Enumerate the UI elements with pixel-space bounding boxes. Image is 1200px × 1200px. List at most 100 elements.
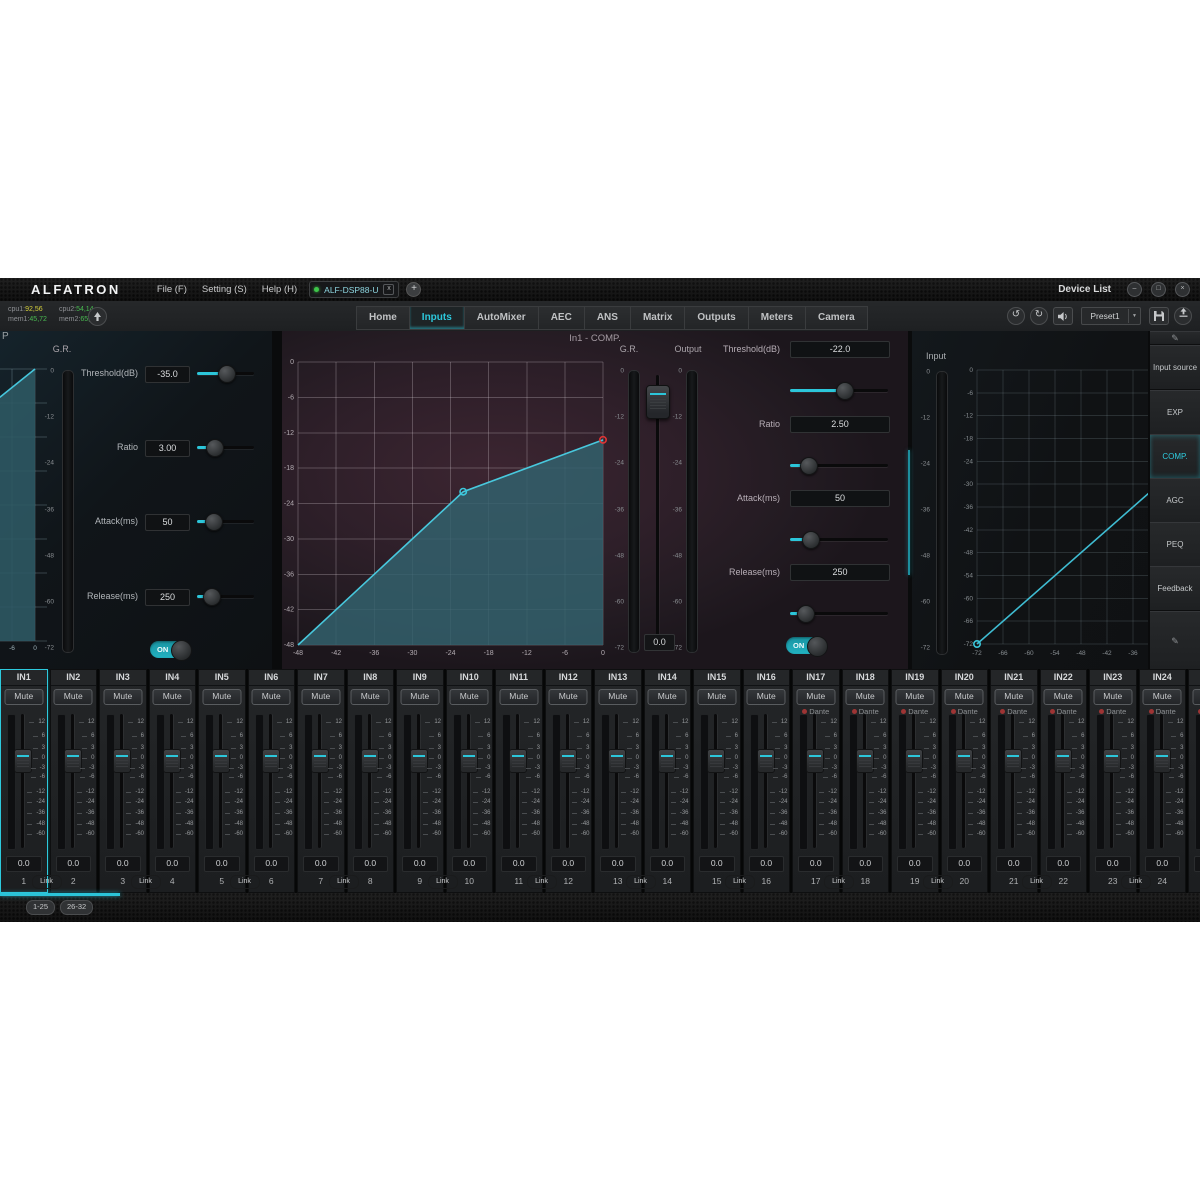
nav-tab-aec[interactable]: AEC [538,306,585,330]
channel-fader-track[interactable] [1011,714,1014,848]
channel-strip-in16[interactable]: IN16 Mute 12 6 3 0 -3 -6 -12 -24 -36 -48 -60 0.0 16 [742,669,790,893]
channel-page-tab-26-32[interactable]: 26-32 [60,900,94,915]
upload-to-device-button[interactable] [1174,307,1192,325]
mute-all-button[interactable] [1053,307,1073,325]
exp-param-value-box[interactable]: -35.0 [145,366,190,383]
mute-button[interactable]: Mute [944,689,984,705]
channel-strip-in22[interactable]: IN22 Mute Dante 12 6 3 0 -3 -6 -12 -24 -36 -48 -60 0.0… [1039,669,1087,893]
link-button[interactable]: Link [427,875,458,889]
channel-gain-value[interactable]: 0.0 [847,856,883,872]
comp-param-slider[interactable] [790,457,888,475]
nav-tab-inputs[interactable]: Inputs [409,306,465,330]
mute-button[interactable]: Mute [895,689,935,705]
channel-gain-value[interactable]: 0.0 [946,856,982,872]
channel-gain-value[interactable]: 0.0 [1045,856,1081,872]
channel-gain-value[interactable]: 0.0 [1095,856,1131,872]
channel-gain-value[interactable]: 0.0 [550,856,586,872]
channel-fader-track[interactable] [120,714,123,848]
link-button[interactable]: Link [922,875,953,889]
comp-param-slider[interactable] [790,382,888,400]
sidebar-item-comp[interactable]: COMP. [1150,434,1200,479]
exp-toggle-knob[interactable] [171,640,192,661]
link-button[interactable]: Link [625,875,656,889]
exp-param-value-box[interactable]: 3.00 [145,440,190,457]
device-list-button[interactable]: Device List [1058,284,1111,295]
channel-strip-in21[interactable]: IN21 Mute Dante 12 6 3 0 -3 -6 -12 -24 -36 -48 -60 0.0… [990,669,1052,893]
channel-gain-value[interactable]: 0.0 [6,856,42,872]
channel-gain-value[interactable]: 0.0 [451,856,487,872]
exp-param-slider-thumb[interactable] [204,513,223,531]
exp-param-slider[interactable] [197,513,254,531]
channel-page-tab-1-25[interactable]: 1-25 [26,900,56,915]
channel-fader-track[interactable] [1060,714,1064,848]
channel-strip-in5[interactable]: IN5 Mute 12 6 3 0 -3 -6 -12 -24 -36 -48 -60 0.0 5 Link [198,669,260,893]
channel-fader-track[interactable] [516,714,519,848]
channel-fader-track[interactable] [813,714,816,848]
channel-fader-track[interactable] [466,714,470,848]
channel-strip-in18[interactable]: IN18 Mute Dante 12 6 3 0 -3 -6 -12 -24 -36 -48 -60 0.0… [841,669,889,893]
mute-button[interactable]: Mute [350,689,390,705]
mute-button[interactable]: Mute [499,689,539,705]
mute-button[interactable]: Mute [449,689,489,705]
channel-gain-value[interactable]: 0.0 [352,856,388,872]
channel-fader-track[interactable] [21,714,24,848]
channel-strip-in10[interactable]: IN10 Mute 12 6 3 0 -3 -6 -12 -24 -36 -48 -60 0.0 10 [445,669,493,893]
close-icon[interactable]: × [1175,282,1190,297]
mute-button[interactable]: Mute [4,689,44,705]
nav-tab-matrix[interactable]: Matrix [630,306,686,330]
channel-strip-in8[interactable]: IN8 Mute 12 6 3 0 -3 -6 -12 -24 -36 -48 -60 0.0 8 [346,669,394,893]
mute-button[interactable]: Mute [1192,689,1200,705]
channel-strip-in13[interactable]: IN13 Mute 12 6 3 0 -3 -6 -12 -24 -36 -48 -60 0.0 13 Lin… [594,669,656,893]
comp-curve-graph[interactable]: 0 -6 -12 -18 -24 -30 -36 -42 -48-48 -42 -36 -30 -24 -… [283,336,615,665]
mute-button[interactable]: Mute [1043,689,1083,705]
mute-button[interactable]: Mute [548,689,588,705]
mute-button[interactable]: Mute [796,689,836,705]
channel-strip-in23[interactable]: IN23 Mute Dante 12 6 3 0 -3 -6 -12 -24 -36 -48 -60 0.0… [1089,669,1151,893]
menu-setting[interactable]: Setting (S) [202,284,247,295]
channel-gain-value[interactable]: 0.0 [1144,856,1180,872]
channel-strip-in24[interactable]: IN24 Mute Dante 12 6 3 0 -3 -6 -12 -24 -36 -48 -60 0.0… [1138,669,1186,893]
comp-param-value-box[interactable]: 50 [790,490,890,507]
channel-gain-value[interactable]: 0.0 [402,856,438,872]
channel-gain-value[interactable]: 0.0 [699,856,735,872]
channel-gain-value[interactable]: 0.0 [501,856,537,872]
maximize-icon[interactable]: □ [1151,282,1166,297]
channel-fader-track[interactable] [615,714,618,848]
channel-fader-track[interactable] [1110,714,1113,848]
channel-strip-in20[interactable]: IN20 Mute Dante 12 6 3 0 -3 -6 -12 -24 -36 -48 -60 0.0… [940,669,988,893]
comp-param-slider[interactable] [790,605,888,623]
channel-strip-in3[interactable]: IN3 Mute 12 6 3 0 -3 -6 -12 -24 -36 -48 -60 0.0 3 Link [99,669,161,893]
comp-param-slider-thumb[interactable] [799,457,818,475]
channel-gain-value[interactable]: 0.0 [1194,856,1200,872]
add-device-button[interactable]: + [406,282,422,297]
undo-button[interactable]: ↺ [1007,307,1025,325]
comp-param-slider-thumb[interactable] [796,605,815,623]
mute-button[interactable]: Mute [746,689,786,705]
mute-button[interactable]: Mute [202,689,242,705]
channel-fader-track[interactable] [169,714,173,848]
strips-scrollbar[interactable] [0,893,120,896]
channel-fader-track[interactable] [565,714,569,848]
channel-gain-value[interactable]: 0.0 [748,856,784,872]
exp-param-slider[interactable] [197,365,254,383]
channel-gain-value[interactable]: 0.0 [600,856,636,872]
mute-button[interactable]: Mute [994,689,1034,705]
channel-strip-in15[interactable]: IN15 Mute 12 6 3 0 -3 -6 -12 -24 -36 -48 -60 0.0 15 Lin… [693,669,755,893]
exp-param-slider-thumb[interactable] [217,365,236,383]
channel-gain-value[interactable]: 0.0 [253,856,289,872]
channel-gain-value[interactable]: 0.0 [798,856,834,872]
nav-tab-home[interactable]: Home [356,306,410,330]
channel-gain-value[interactable]: 0.0 [204,856,240,872]
sidebar-item-agc[interactable]: AGC [1150,478,1200,523]
mute-button[interactable]: Mute [845,689,885,705]
channel-gain-value[interactable]: 0.0 [649,856,685,872]
sidebar-scroll-down[interactable]: ✎ [1150,611,1200,671]
nav-tab-automixer[interactable]: AutoMixer [464,306,539,330]
mute-button[interactable]: Mute [1093,689,1133,705]
channel-fader-track[interactable] [714,714,717,848]
exp-param-slider[interactable] [197,439,254,457]
comp-param-value-box[interactable]: 2.50 [790,416,890,433]
device-tab[interactable]: ALF-DSP88-U x [309,281,400,298]
channel-fader-track[interactable] [268,714,272,848]
link-button[interactable]: Link [1120,875,1151,889]
